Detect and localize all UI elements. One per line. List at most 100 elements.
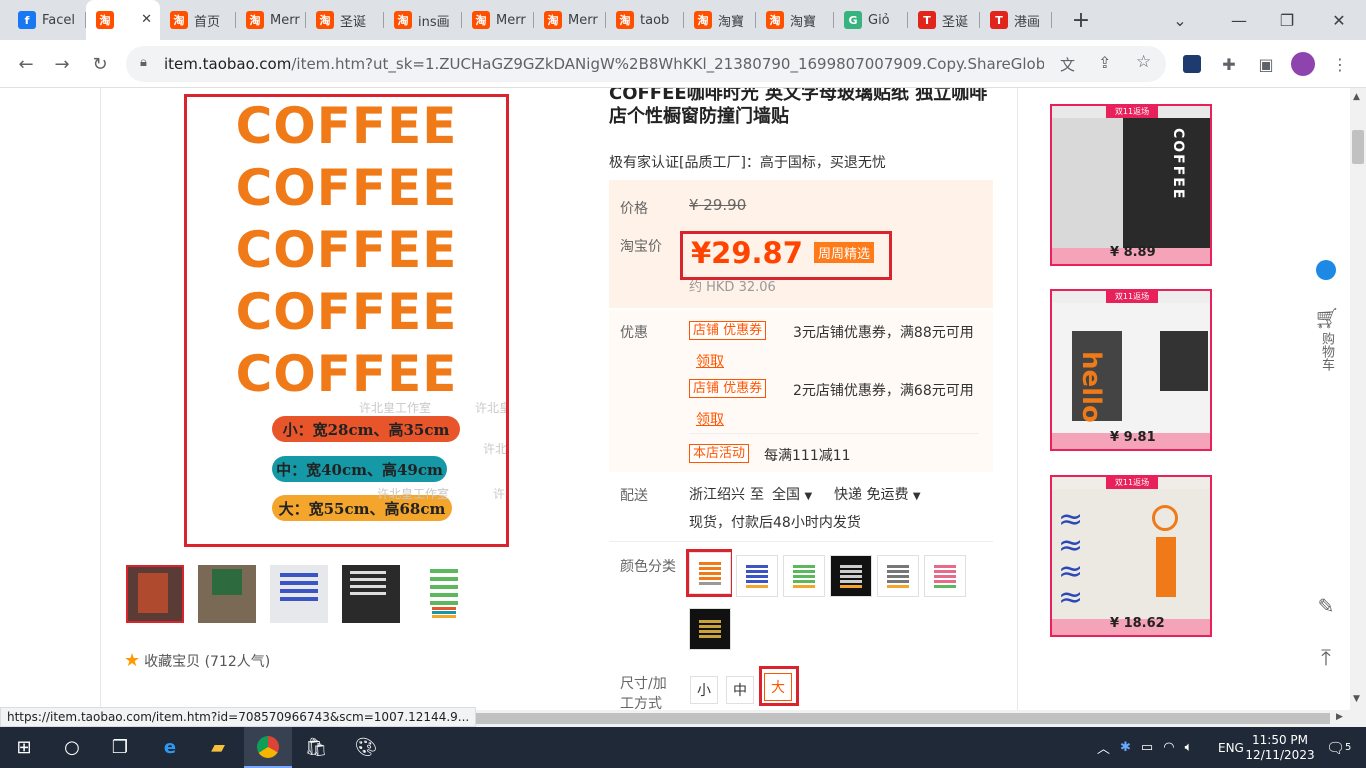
translate-icon[interactable]: 文	[1060, 54, 1075, 75]
thumbnail-4[interactable]	[342, 565, 400, 623]
browser-tab[interactable]: 淘圣诞	[306, 6, 384, 34]
double11-badge: 双11返场	[1106, 106, 1158, 118]
size-option-large[interactable]: 大	[764, 673, 792, 701]
color-swatch-black-gold[interactable]	[689, 608, 731, 650]
back-button[interactable]: ←	[12, 50, 40, 78]
ship-region-dropdown[interactable]: 全国 ▼	[772, 484, 812, 504]
ship-method-dropdown[interactable]: 快递 免运费 ▼	[834, 484, 921, 504]
color-swatch-gray[interactable]	[877, 555, 919, 597]
shopping-cart-button[interactable]: 🛒︎ 购物车	[1314, 306, 1339, 371]
browser-tab[interactable]: 淘 Merr	[462, 6, 534, 34]
browser-tab[interactable]: 淘淘寶	[756, 6, 834, 34]
bluetooth-icon[interactable]: ✱	[1120, 740, 1131, 755]
bookmark-star-icon[interactable]: ☆	[1136, 52, 1151, 72]
cart-label: 购物车	[1319, 332, 1334, 371]
thumbnail-3[interactable]	[270, 565, 328, 623]
browser-tab[interactable]: 淘 taob	[606, 6, 684, 34]
browser-tab[interactable]: 淘 Merr	[534, 6, 606, 34]
search-icon[interactable]: ○	[48, 727, 96, 768]
tab-title: taob	[640, 12, 670, 28]
browser-tab[interactable]: T 圣诞	[908, 6, 980, 34]
taobao-icon: 淘	[472, 11, 490, 29]
vertical-scrollbar[interactable]: ▲ ▼	[1350, 88, 1366, 710]
recommended-item-2[interactable]: hello 双11返场 ¥ 9.81	[1050, 289, 1212, 451]
content-border	[100, 88, 101, 710]
notification-icon[interactable]: 🗨︎ 5	[1326, 727, 1351, 768]
color-swatch-green[interactable]	[783, 555, 825, 597]
image-coffee-word: COFFEE	[235, 283, 458, 341]
taobao-icon: 淘	[96, 11, 114, 29]
scroll-up-icon[interactable]: ▲	[1353, 92, 1360, 102]
edge-icon[interactable]: e	[146, 727, 194, 768]
battery-icon[interactable]: ▭	[1141, 740, 1153, 755]
side-panel-icon[interactable]: ▣	[1254, 52, 1278, 76]
restore-button[interactable]: ❐	[1264, 0, 1310, 40]
scrollbar-thumb[interactable]	[1352, 130, 1364, 164]
reload-button[interactable]: ↻	[86, 50, 114, 78]
thumbnail-2[interactable]	[198, 565, 256, 623]
minimize-button[interactable]: —	[1216, 0, 1262, 40]
chrome-icon[interactable]	[244, 727, 292, 768]
file-explorer-icon[interactable]: ▰	[194, 727, 242, 768]
forward-button[interactable]: →	[48, 50, 76, 78]
main-product-image[interactable]: COFFEE COFFEE COFFEE COFFEE COFFEE 小：宽28…	[184, 94, 509, 547]
customer-service-icon[interactable]	[1314, 260, 1338, 284]
address-bar[interactable]: 🔒︎ item.taobao.com/item.htm?ut_sk=1.ZUCH…	[126, 46, 1166, 82]
browser-tab[interactable]: G Giỏ	[834, 6, 908, 34]
share-icon[interactable]: ⇪	[1098, 53, 1111, 72]
claim-coupon-link[interactable]: 领取	[696, 351, 724, 371]
browser-tab[interactable]: T 港画	[980, 6, 1052, 34]
divider	[689, 433, 979, 434]
profile-avatar[interactable]	[1291, 52, 1315, 76]
store-icon[interactable]: 🛍︎	[292, 727, 340, 768]
thumbnail-5[interactable]	[414, 565, 472, 623]
color-swatch-blue[interactable]	[736, 555, 778, 597]
extension-icon[interactable]	[1180, 52, 1204, 76]
certification-text: 极有家认证[品质工厂]：高于国标，买退无忧	[609, 155, 886, 171]
back-to-top-icon[interactable]: ⤒	[1314, 646, 1338, 671]
favorite-label: 收藏宝贝 (712人气)	[144, 653, 271, 670]
language-indicator[interactable]: ENG	[1218, 727, 1244, 768]
close-window-button[interactable]: ✕	[1316, 0, 1362, 40]
recommended-item-3[interactable]: ≈ ≈ ≈ ≈ 双11返场 ¥ 18.62	[1050, 475, 1212, 637]
ship-region-value: 全国	[772, 487, 800, 503]
thumbnail-1[interactable]	[126, 565, 184, 623]
tab-title: 港画	[1014, 14, 1041, 30]
tray-up-icon[interactable]: ︿	[1097, 738, 1110, 757]
claim-coupon-link[interactable]: 领取	[696, 409, 724, 429]
taobao-icon: 淘	[766, 11, 784, 29]
menu-kebab-icon[interactable]: ⋮	[1328, 52, 1352, 76]
volume-icon[interactable]: 🔈︎	[1185, 740, 1193, 755]
browser-tab[interactable]: 淘 ✕	[86, 0, 160, 40]
browser-tab[interactable]: 淘 ins画	[384, 6, 462, 34]
scrollbar-thumb[interactable]	[450, 713, 1330, 724]
close-tab-icon[interactable]: ✕	[141, 12, 152, 27]
color-swatch-black[interactable]	[830, 555, 872, 597]
edit-feedback-icon[interactable]: ✎	[1314, 594, 1338, 618]
scroll-down-icon[interactable]: ▼	[1353, 694, 1360, 704]
color-swatch-orange[interactable]	[689, 552, 731, 594]
browser-tab[interactable]: 淘 Merr	[236, 6, 306, 34]
wifi-icon[interactable]: ◠	[1163, 740, 1174, 755]
task-view-icon[interactable]: ❐	[96, 727, 144, 768]
paint-icon[interactable]: 🎨︎	[342, 727, 390, 768]
tab-title: Merr	[568, 12, 598, 28]
windows-start-icon[interactable]: ⊞	[0, 727, 48, 768]
horizontal-scrollbar[interactable]: ▶	[450, 710, 1366, 727]
scroll-right-icon[interactable]: ▶	[1336, 712, 1343, 722]
taobao-icon: 淘	[694, 11, 712, 29]
size-option-small[interactable]: 小	[690, 676, 718, 704]
browser-tab[interactable]: 淘首页	[160, 6, 236, 34]
image-coffee-word: COFFEE	[235, 97, 458, 155]
tab-search-icon[interactable]: ⌄	[1157, 0, 1203, 40]
clock[interactable]: 11:50 PM 12/11/2023	[1245, 727, 1314, 768]
color-swatch-pink[interactable]	[924, 555, 966, 597]
favorite-button[interactable]: ★ 收藏宝贝 (712人气)	[124, 650, 270, 671]
size-option-medium[interactable]: 中	[726, 676, 754, 704]
browser-tab[interactable]: f Facel	[8, 6, 86, 34]
browser-tab[interactable]: 淘淘寶	[684, 6, 756, 34]
extensions-puzzle-icon[interactable]: ✚	[1217, 52, 1241, 76]
new-tab-button[interactable]: +	[1058, 0, 1104, 40]
facebook-icon: f	[18, 11, 36, 29]
recommended-item-1[interactable]: COFFEE 双11返场 ¥ 8.89	[1050, 104, 1212, 266]
